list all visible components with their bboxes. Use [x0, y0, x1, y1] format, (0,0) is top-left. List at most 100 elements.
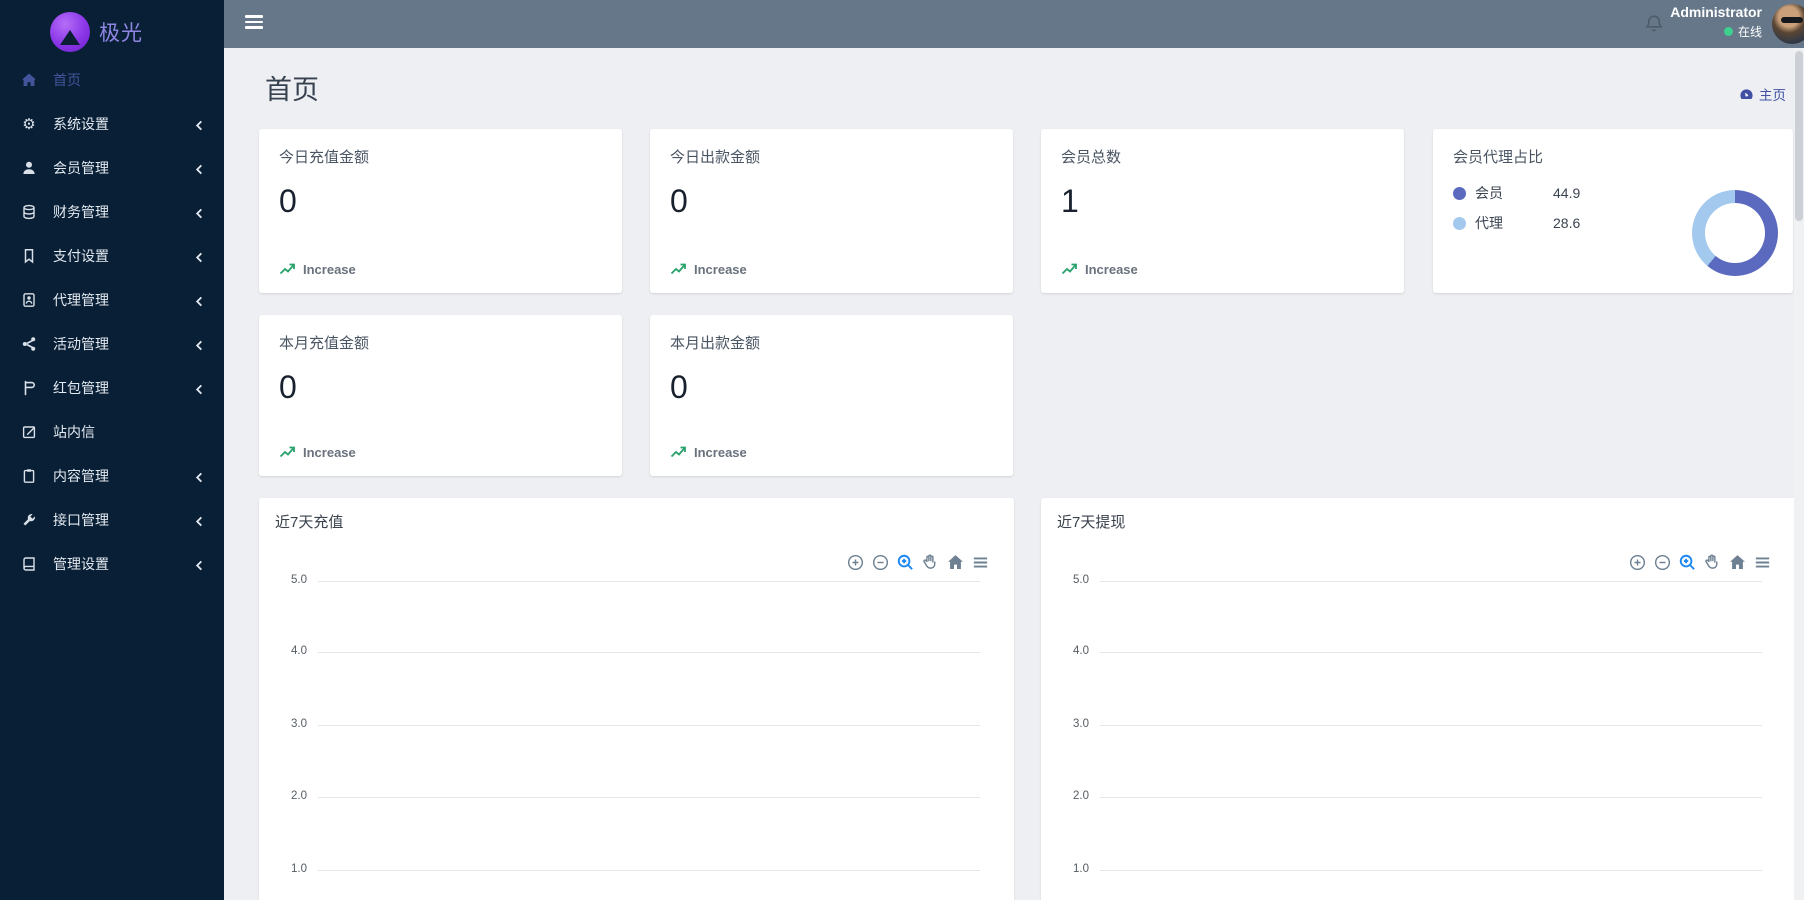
y-tick-label: 3.0	[269, 718, 307, 730]
trend-up-icon	[1061, 261, 1078, 278]
dashboard-icon	[1739, 87, 1754, 102]
sidebar-item-finance-management[interactable]: 财务管理	[0, 190, 224, 234]
stat-card-title: 今日充值金额	[279, 146, 602, 167]
chart-toolbar	[845, 552, 990, 572]
trend-up-icon	[670, 444, 687, 461]
id-badge-icon	[20, 291, 38, 309]
bookmark-icon	[20, 247, 38, 265]
y-tick-label: 5.0	[1051, 574, 1089, 586]
chevron-left-icon	[194, 250, 206, 262]
stat-card-value: 0	[670, 369, 993, 406]
book-icon	[20, 555, 38, 573]
home-icon	[20, 71, 38, 89]
sidebar-item-site-messages[interactable]: 站内信	[0, 410, 224, 454]
sidebar-item-redpacket-management[interactable]: 红包管理	[0, 366, 224, 410]
y-tick-label: 1.0	[1051, 863, 1089, 875]
sidebar-toggle-button[interactable]	[245, 15, 263, 32]
sidebar-item-api-management[interactable]: 接口管理	[0, 498, 224, 542]
chevron-left-icon	[194, 514, 206, 526]
stat-card-value: 0	[279, 369, 602, 406]
avatar[interactable]	[1772, 4, 1804, 44]
stat-card-value: 0	[670, 183, 993, 220]
selection-zoom-icon[interactable]	[895, 552, 915, 572]
stat-card-value: 0	[279, 183, 602, 220]
menu-icon[interactable]	[1752, 552, 1772, 572]
chevron-left-icon	[194, 162, 206, 174]
sidebar-item-label: 管理设置	[53, 554, 194, 574]
brand[interactable]: 极光	[0, 0, 224, 56]
sidebar-item-label: 首页	[53, 70, 206, 90]
selection-zoom-icon[interactable]	[1677, 552, 1697, 572]
gridline	[318, 581, 980, 582]
stat-card-footer: Increase	[694, 262, 747, 277]
stat-card-value: 1	[1061, 183, 1384, 220]
page-title: 首页	[265, 68, 319, 107]
chevron-left-icon	[194, 558, 206, 570]
donut-chart[interactable]	[1692, 190, 1778, 276]
y-tick-label: 3.0	[1051, 718, 1089, 730]
sidebar-item-label: 接口管理	[53, 510, 194, 530]
zoom-out-icon[interactable]	[870, 552, 890, 572]
breadcrumb[interactable]: 主页	[1739, 84, 1786, 104]
y-tick-label: 5.0	[269, 574, 307, 586]
flag-icon	[20, 379, 38, 397]
brand-logo-icon	[50, 12, 90, 52]
y-tick-label: 2.0	[269, 790, 307, 802]
gridline	[318, 870, 980, 871]
legend-item-agent: 代理 28.6	[1453, 213, 1580, 233]
sidebar-item-agent-management[interactable]: 代理管理	[0, 278, 224, 322]
chart-toolbar	[1627, 552, 1772, 572]
reset-home-icon[interactable]	[1727, 552, 1747, 572]
y-tick-label: 2.0	[1051, 790, 1089, 802]
zoom-out-icon[interactable]	[1652, 552, 1672, 572]
stat-card-title: 本月充值金额	[279, 332, 602, 353]
legend-dot-icon	[1453, 187, 1466, 200]
sidebar-item-system-settings[interactable]: ⚙ 系统设置	[0, 102, 224, 146]
gridline	[318, 652, 980, 653]
breadcrumb-label: 主页	[1759, 84, 1786, 104]
chevron-left-icon	[194, 118, 206, 130]
menu-icon[interactable]	[970, 552, 990, 572]
stat-card-title: 会员总数	[1061, 146, 1384, 167]
gridline	[1100, 581, 1762, 582]
y-tick-label: 1.0	[269, 863, 307, 875]
chart-title: 近7天提现	[1057, 511, 1125, 532]
online-status-label: 在线	[1738, 23, 1762, 40]
donut-legend: 会员 44.9 代理 28.6	[1453, 183, 1580, 243]
vertical-scrollbar[interactable]	[1794, 48, 1804, 900]
legend-label: 代理	[1475, 213, 1553, 233]
reset-home-icon[interactable]	[945, 552, 965, 572]
legend-label: 会员	[1475, 183, 1553, 203]
share-nodes-icon	[20, 335, 38, 353]
zoom-in-icon[interactable]	[845, 552, 865, 572]
sidebar-item-content-management[interactable]: 内容管理	[0, 454, 224, 498]
sidebar-item-activity-management[interactable]: 活动管理	[0, 322, 224, 366]
sidebar-item-admin-settings[interactable]: 管理设置	[0, 542, 224, 586]
sidebar: 极光 首页 ⚙ 系统设置 会员管理 财务管理 支付设置	[0, 0, 224, 900]
chevron-left-icon	[194, 382, 206, 394]
gridline	[1100, 797, 1762, 798]
gridline	[1100, 652, 1762, 653]
legend-value: 44.9	[1553, 185, 1580, 201]
scrollbar-thumb[interactable]	[1795, 51, 1803, 221]
pan-hand-icon[interactable]	[920, 552, 940, 572]
stat-card-member-total: 会员总数 1 Increase	[1041, 129, 1404, 293]
y-tick-label: 4.0	[269, 645, 307, 657]
gridline	[1100, 870, 1762, 871]
username: Administrator	[1670, 4, 1762, 20]
user-menu[interactable]: Administrator 在线	[1670, 4, 1762, 40]
sidebar-item-member-management[interactable]: 会员管理	[0, 146, 224, 190]
sidebar-item-payment-settings[interactable]: 支付设置	[0, 234, 224, 278]
sidebar-item-label: 代理管理	[53, 290, 194, 310]
stat-card-footer: Increase	[1085, 262, 1138, 277]
sidebar-item-label: 系统设置	[53, 114, 194, 134]
sidebar-item-home[interactable]: 首页	[0, 58, 224, 102]
trend-up-icon	[670, 261, 687, 278]
trend-up-icon	[279, 444, 296, 461]
zoom-in-icon[interactable]	[1627, 552, 1647, 572]
pan-hand-icon[interactable]	[1702, 552, 1722, 572]
legend-value: 28.6	[1553, 215, 1580, 231]
notifications-bell-icon[interactable]	[1643, 13, 1665, 35]
gridline	[318, 725, 980, 726]
online-status-icon	[1724, 27, 1733, 36]
